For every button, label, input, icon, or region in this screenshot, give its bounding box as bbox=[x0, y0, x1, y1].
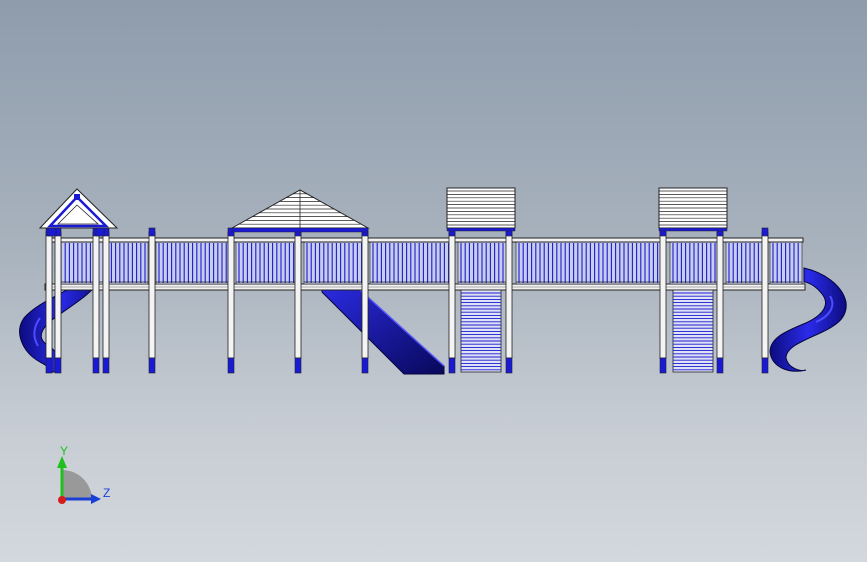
post-base bbox=[716, 357, 724, 374]
post-base bbox=[361, 357, 369, 374]
post-shaft bbox=[92, 231, 100, 359]
ladders bbox=[460, 289, 714, 373]
post-cap bbox=[148, 227, 156, 237]
flat-roof-right bbox=[658, 187, 728, 232]
z-axis-arrow bbox=[91, 494, 101, 504]
railing-panel bbox=[235, 241, 297, 285]
roof-fascia bbox=[231, 227, 369, 233]
post-shaft bbox=[448, 231, 456, 359]
post-base bbox=[227, 357, 235, 374]
y-axis-label: Y bbox=[60, 444, 68, 458]
post-base bbox=[102, 357, 110, 374]
orientation-triad[interactable]: Y Z bbox=[57, 444, 110, 504]
post-base bbox=[505, 357, 513, 374]
post-shaft bbox=[45, 231, 53, 359]
post-base bbox=[45, 357, 53, 374]
straight-slide bbox=[321, 289, 445, 375]
railing-panel bbox=[515, 241, 663, 285]
post-cap bbox=[761, 227, 769, 237]
railing-panel bbox=[369, 241, 451, 285]
post-shaft bbox=[505, 231, 513, 359]
post-base bbox=[448, 357, 456, 374]
flat-roof-left bbox=[446, 187, 516, 232]
top-rail bbox=[46, 237, 804, 243]
cad-viewport[interactable]: Y Z bbox=[0, 0, 867, 562]
playground-model bbox=[19, 187, 847, 375]
post-shaft bbox=[148, 231, 156, 359]
roof-fascia bbox=[658, 227, 728, 232]
post-base bbox=[54, 357, 62, 374]
post-base bbox=[148, 357, 156, 374]
post-shaft bbox=[761, 231, 769, 359]
post-shaft bbox=[361, 231, 369, 359]
post-base bbox=[761, 357, 769, 374]
post-shaft bbox=[716, 231, 724, 359]
center-hip-roof bbox=[230, 189, 370, 233]
railing-panels bbox=[57, 241, 803, 285]
post-shaft bbox=[227, 231, 235, 359]
post-base bbox=[294, 357, 302, 374]
post-shaft bbox=[659, 231, 667, 359]
post-shaft bbox=[54, 231, 62, 359]
deck-platform bbox=[44, 283, 806, 291]
post-shaft bbox=[294, 231, 302, 359]
roof-fascia bbox=[446, 227, 516, 232]
post-base bbox=[659, 357, 667, 374]
post-shaft bbox=[102, 231, 110, 359]
triad-plane bbox=[62, 470, 92, 500]
railing-panel bbox=[725, 241, 763, 285]
post-base bbox=[92, 357, 100, 374]
railing-panel bbox=[155, 241, 229, 285]
z-axis-label: Z bbox=[103, 486, 110, 500]
x-axis-dot bbox=[58, 496, 66, 504]
